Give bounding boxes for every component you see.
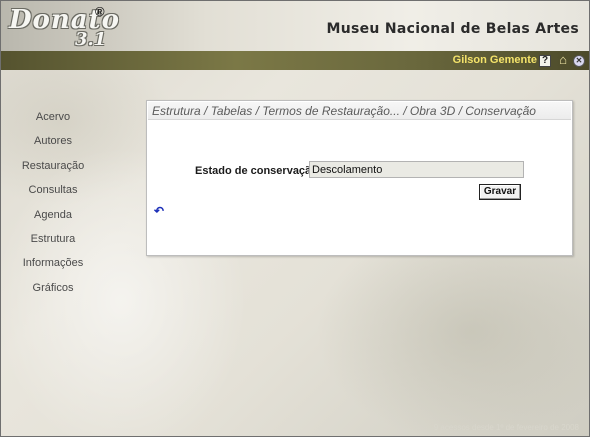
header: Donato 3.1 ® Museu Nacional de Belas Art… bbox=[1, 1, 589, 51]
sidebar-item-estrutura[interactable]: Estrutura bbox=[1, 227, 105, 251]
registered-mark: ® bbox=[95, 4, 105, 19]
museum-title: Museu Nacional de Belas Artes bbox=[326, 21, 579, 37]
sidebar-item-consultas[interactable]: Consultas bbox=[1, 178, 105, 202]
close-icon[interactable]: ✕ bbox=[573, 55, 585, 67]
logo-version: 3.1 bbox=[75, 29, 107, 50]
sidebar-item-informacoes[interactable]: Informações bbox=[1, 251, 105, 275]
conservation-state-input[interactable] bbox=[309, 161, 524, 178]
save-button[interactable]: Gravar bbox=[479, 184, 521, 200]
user-bar: Gilson Gemente ? ⌂ ✕ bbox=[1, 51, 589, 70]
access-counter: 9 acessos desde 1º de fevereiro de 2008 bbox=[433, 423, 579, 432]
breadcrumb: Estrutura / Tabelas / Termos de Restaura… bbox=[148, 102, 571, 120]
sidebar-item-graficos[interactable]: Gráficos bbox=[1, 276, 105, 300]
username: Gilson Gemente bbox=[452, 54, 537, 66]
sidebar-item-agenda[interactable]: Agenda bbox=[1, 203, 105, 227]
content-panel: Estrutura / Tabelas / Termos de Restaura… bbox=[146, 100, 573, 256]
sidebar-item-autores[interactable]: Autores bbox=[1, 129, 105, 153]
sidebar-item-restauracao[interactable]: Restauração bbox=[1, 154, 105, 178]
sidebar-nav: Acervo Autores Restauração Consultas Age… bbox=[1, 105, 105, 300]
sidebar-item-acervo[interactable]: Acervo bbox=[1, 105, 105, 129]
conservation-state-label: Estado de conservação: bbox=[195, 165, 322, 177]
help-icon[interactable]: ? bbox=[539, 55, 551, 67]
home-icon[interactable]: ⌂ bbox=[557, 53, 569, 66]
back-arrow-icon[interactable]: ↶ bbox=[154, 205, 168, 217]
app-window: Donato 3.1 ® Museu Nacional de Belas Art… bbox=[0, 0, 590, 437]
